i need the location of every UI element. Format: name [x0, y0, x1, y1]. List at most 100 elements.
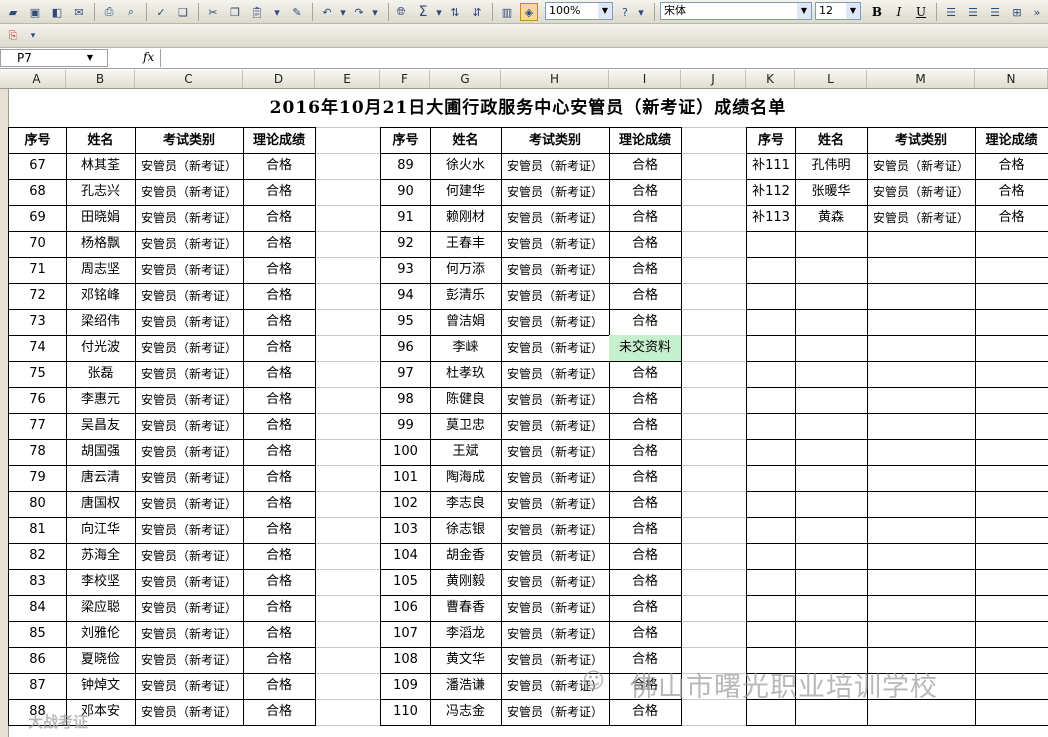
table-cell[interactable]: 安管员（新考证）: [501, 153, 610, 180]
table-cell[interactable]: 合格: [609, 621, 682, 648]
table-cell[interactable]: 安管员（新考证）: [135, 621, 244, 648]
table-cell[interactable]: 安管员（新考证）: [501, 257, 610, 284]
table-cell[interactable]: 王斌: [430, 439, 502, 466]
table-cell[interactable]: [867, 465, 976, 492]
table-cell[interactable]: [867, 439, 976, 466]
table-cell[interactable]: 合格: [609, 491, 682, 518]
table-cell[interactable]: 合格: [243, 647, 316, 674]
table-cell[interactable]: 赖刚材: [430, 205, 502, 232]
table-cell[interactable]: 邓铭峰: [66, 283, 136, 310]
fx-icon[interactable]: fx: [143, 50, 154, 64]
table-cell[interactable]: 97: [380, 361, 431, 388]
table-cell[interactable]: [867, 257, 976, 284]
table-cell[interactable]: 合格: [609, 465, 682, 492]
table-cell[interactable]: [746, 517, 796, 544]
table-cell[interactable]: [975, 517, 1048, 544]
table-cell[interactable]: 合格: [609, 153, 682, 180]
table-cell[interactable]: 合格: [609, 439, 682, 466]
table-cell[interactable]: 向江华: [66, 517, 136, 544]
table-cell[interactable]: 夏晓俭: [66, 647, 136, 674]
table-cell[interactable]: 92: [380, 231, 431, 258]
table-cell[interactable]: 张暖华: [795, 179, 868, 206]
table-cell[interactable]: 合格: [243, 413, 316, 440]
column-header-b[interactable]: B: [66, 70, 135, 88]
table-cell[interactable]: 合格: [609, 205, 682, 232]
table-cell[interactable]: 张磊: [66, 361, 136, 388]
table-cell[interactable]: 合格: [243, 465, 316, 492]
copy-icon[interactable]: ❐: [226, 3, 244, 21]
table-cell[interactable]: [975, 335, 1048, 362]
table-cell[interactable]: 安管员（新考证）: [867, 205, 976, 232]
table-cell[interactable]: 合格: [243, 595, 316, 622]
table-cell[interactable]: 89: [380, 153, 431, 180]
table-cell[interactable]: 96: [380, 335, 431, 362]
table-cell[interactable]: 徐志银: [430, 517, 502, 544]
open-folder-icon[interactable]: ▰: [4, 3, 22, 21]
table-cell[interactable]: 安管员（新考证）: [501, 361, 610, 388]
table-cell[interactable]: 安管员（新考证）: [135, 491, 244, 518]
chevron-down-icon[interactable]: ▼: [846, 3, 860, 19]
table-cell[interactable]: [746, 595, 796, 622]
header-cell[interactable]: 考试类别: [135, 127, 244, 154]
table-cell[interactable]: 合格: [609, 309, 682, 336]
table-cell[interactable]: 85: [8, 621, 67, 648]
table-cell[interactable]: 合格: [243, 517, 316, 544]
header-cell[interactable]: 理论成绩: [609, 127, 682, 154]
table-cell[interactable]: 李志良: [430, 491, 502, 518]
table-cell[interactable]: [975, 283, 1048, 310]
table-cell[interactable]: 合格: [243, 673, 316, 700]
table-cell[interactable]: 安管员（新考证）: [501, 205, 610, 232]
table-cell[interactable]: 90: [380, 179, 431, 206]
table-cell[interactable]: 95: [380, 309, 431, 336]
table-cell[interactable]: 合格: [243, 569, 316, 596]
table-cell[interactable]: [795, 465, 868, 492]
print-icon[interactable]: ⎙: [100, 3, 118, 21]
table-cell[interactable]: 杨格飘: [66, 231, 136, 258]
table-cell[interactable]: 胡国强: [66, 439, 136, 466]
table-cell[interactable]: [867, 283, 976, 310]
table-cell[interactable]: [975, 257, 1048, 284]
table-cell[interactable]: 安管员（新考证）: [135, 595, 244, 622]
toolbar-options-icon[interactable]: »: [1028, 3, 1046, 21]
table-cell[interactable]: 合格: [609, 257, 682, 284]
align-center-icon[interactable]: ☰: [964, 3, 982, 21]
table-cell[interactable]: [975, 491, 1048, 518]
table-cell[interactable]: [975, 439, 1048, 466]
column-header-k[interactable]: K: [746, 70, 795, 88]
table-cell[interactable]: 合格: [243, 335, 316, 362]
table-cell[interactable]: 孔伟明: [795, 153, 868, 180]
header-cell[interactable]: 姓名: [430, 127, 502, 154]
header-cell[interactable]: 理论成绩: [243, 127, 316, 154]
table-cell[interactable]: 合格: [243, 439, 316, 466]
table-cell[interactable]: 安管员（新考证）: [501, 179, 610, 206]
table-cell[interactable]: 72: [8, 283, 67, 310]
table-cell[interactable]: [746, 465, 796, 492]
table-cell[interactable]: 安管员（新考证）: [501, 465, 610, 492]
table-cell[interactable]: [795, 621, 868, 648]
table-cell[interactable]: 安管员（新考证）: [135, 361, 244, 388]
table-cell[interactable]: 曹春香: [430, 595, 502, 622]
table-cell[interactable]: 吴昌友: [66, 413, 136, 440]
header-cell[interactable]: 理论成绩: [975, 127, 1048, 154]
table-cell[interactable]: 105: [380, 569, 431, 596]
table-cell[interactable]: 安管员（新考证）: [501, 543, 610, 570]
table-cell[interactable]: [975, 595, 1048, 622]
table-cell[interactable]: 107: [380, 621, 431, 648]
table-cell[interactable]: 安管员（新考证）: [135, 413, 244, 440]
table-cell[interactable]: 曾洁娟: [430, 309, 502, 336]
table-cell[interactable]: 76: [8, 387, 67, 414]
table-cell[interactable]: 108: [380, 647, 431, 674]
underline-button[interactable]: U: [912, 3, 930, 21]
column-header-f[interactable]: F: [380, 70, 430, 88]
table-cell[interactable]: 安管员（新考证）: [501, 335, 610, 362]
table-cell[interactable]: 胡金香: [430, 543, 502, 570]
table-cell[interactable]: [746, 621, 796, 648]
table-cell[interactable]: 安管员（新考证）: [501, 569, 610, 596]
table-cell[interactable]: 合格: [243, 387, 316, 414]
table-cell[interactable]: 91: [380, 205, 431, 232]
sheet-title[interactable]: 2016年10月21日大圃行政服务中心安管员（新考证）成绩名单: [8, 89, 1048, 127]
table-cell[interactable]: [746, 361, 796, 388]
table-cell[interactable]: 李滔龙: [430, 621, 502, 648]
table-cell[interactable]: 84: [8, 595, 67, 622]
column-header-j[interactable]: J: [681, 70, 746, 88]
